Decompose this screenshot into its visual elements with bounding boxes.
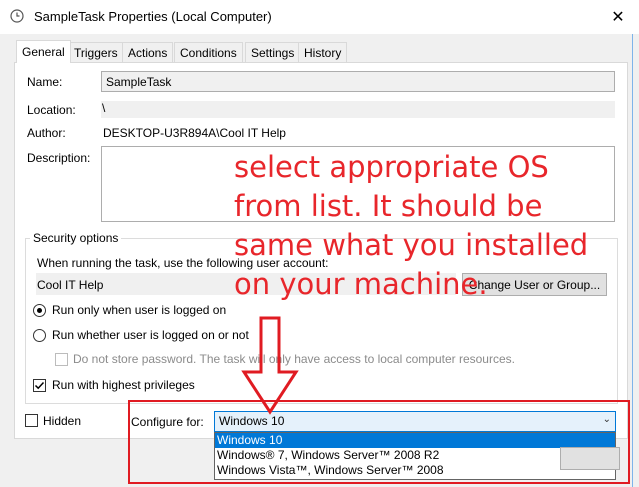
background-strip-right [633, 34, 639, 487]
window-border [632, 34, 633, 487]
hidden-label: Hidden [43, 414, 82, 428]
no-store-password-checkbox[interactable] [55, 353, 68, 366]
background-strip-left [0, 34, 8, 487]
checkmark-icon [34, 381, 45, 390]
highest-privileges-label: Run with highest privileges [52, 378, 195, 392]
user-account-value: Cool IT Help [37, 278, 104, 292]
tab-settings[interactable]: Settings [245, 42, 301, 63]
annotation-line-2: from list. It should be [234, 189, 543, 223]
security-options-legend: Security options [30, 231, 122, 245]
author-value: DESKTOP-U3R894A\Cool IT Help [103, 126, 286, 140]
window-title: SampleTask Properties (Local Computer) [34, 9, 272, 24]
annotation-line-4: on your machine. [234, 267, 488, 301]
tab-actions[interactable]: Actions [122, 42, 174, 63]
radio-run-logged-on[interactable] [33, 304, 46, 317]
annotation-line-3: same what you installed [234, 228, 589, 262]
clock-icon [10, 9, 24, 23]
radio-selected-dot [37, 308, 42, 313]
tab-general[interactable]: General [16, 40, 71, 63]
tab-conditions[interactable]: Conditions [174, 42, 243, 63]
location-label: Location: [27, 103, 76, 117]
annotation-line-1: select appropriate OS [234, 150, 549, 184]
hidden-checkbox[interactable] [25, 414, 38, 427]
radio-run-whether-logged-on[interactable] [33, 329, 46, 342]
annotation-highlight-box [128, 400, 630, 484]
radio-run-whether-label: Run whether user is logged on or not [52, 328, 249, 342]
close-button[interactable]: ✕ [601, 3, 635, 31]
location-value: \ [102, 101, 106, 115]
tab-triggers[interactable]: Triggers [68, 42, 124, 63]
name-label: Name: [27, 75, 63, 89]
name-field[interactable]: SampleTask [101, 71, 615, 92]
tab-history[interactable]: History [298, 42, 348, 63]
close-icon: ✕ [611, 9, 625, 26]
author-label: Author: [27, 126, 66, 140]
highest-privileges-checkbox[interactable] [33, 379, 46, 392]
radio-run-logged-on-label: Run only when user is logged on [52, 303, 227, 317]
description-label: Description: [27, 151, 91, 165]
location-field [101, 101, 615, 118]
